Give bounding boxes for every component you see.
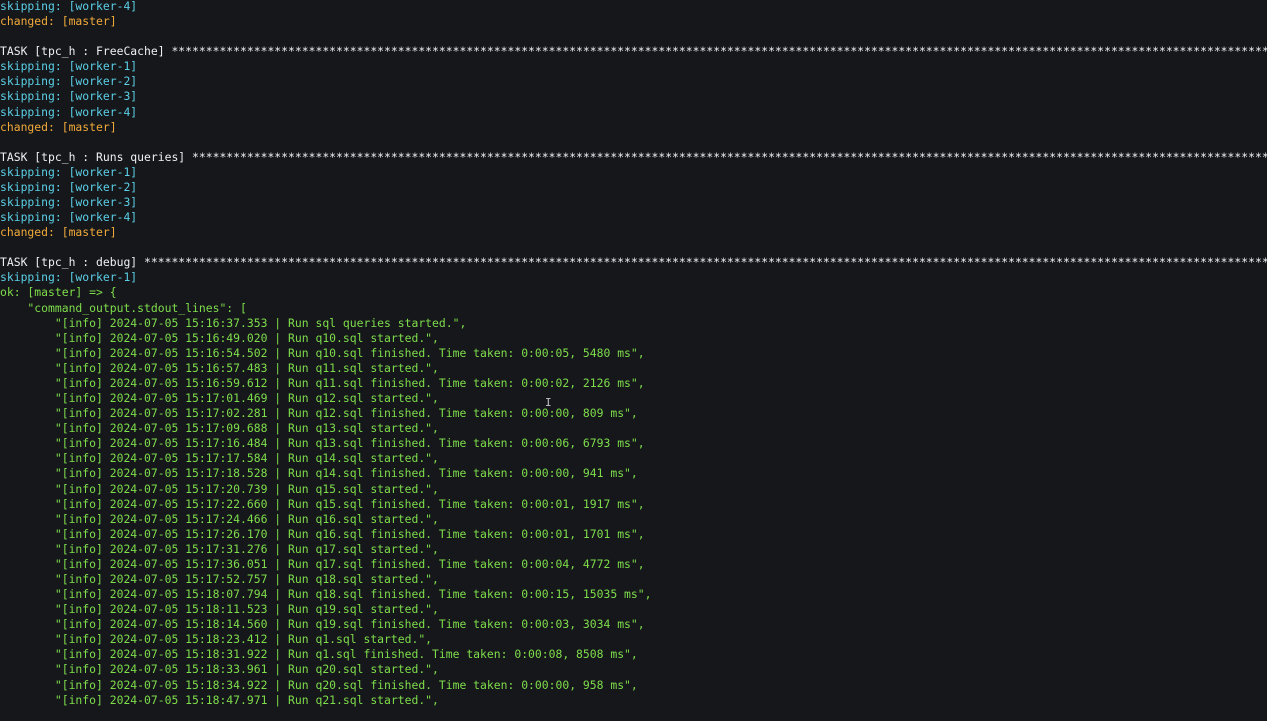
skipping-line: skipping: [worker-1] bbox=[0, 164, 138, 179]
skipping-line: skipping: [worker-2] bbox=[0, 74, 138, 89]
output-line: "[info] 2024-07-05 15:17:26.170 | Run q1… bbox=[0, 526, 645, 541]
output-line: "[info] 2024-07-05 15:17:16.484 | Run q1… bbox=[0, 436, 645, 451]
changed-line: changed: [master] bbox=[0, 225, 117, 240]
output-line: "[info] 2024-07-05 15:17:01.469 | Run q1… bbox=[0, 391, 439, 406]
skipping-line: skipping: [worker-4] bbox=[0, 0, 138, 13]
changed-line: changed: [master] bbox=[0, 119, 117, 134]
skipping-line: skipping: [worker-3] bbox=[0, 89, 138, 104]
changed-line: changed: [master] bbox=[0, 14, 117, 29]
output-line: "[info] 2024-07-05 15:18:07.794 | Run q1… bbox=[0, 587, 652, 602]
output-line: "[info] 2024-07-05 15:18:33.961 | Run q2… bbox=[0, 662, 439, 677]
output-line: "[info] 2024-07-05 15:18:14.560 | Run q1… bbox=[0, 617, 645, 632]
output-line: "[info] 2024-07-05 15:17:17.584 | Run q1… bbox=[0, 451, 439, 466]
output-line: "[info] 2024-07-05 15:16:49.020 | Run q1… bbox=[0, 330, 439, 345]
text-cursor-icon: I bbox=[545, 396, 552, 409]
output-line: "[info] 2024-07-05 15:16:59.612 | Run q1… bbox=[0, 375, 645, 390]
terminal-output: skipping: [worker-4] changed: [master] TA… bbox=[0, 0, 1267, 708]
output-line: "[info] 2024-07-05 15:18:47.971 | Run q2… bbox=[0, 692, 439, 707]
output-line: "[info] 2024-07-05 15:17:09.688 | Run q1… bbox=[0, 421, 439, 436]
output-line: "[info] 2024-07-05 15:17:20.739 | Run q1… bbox=[0, 481, 439, 496]
task-header-line: TASK [tpc_h : Runs queries] ************… bbox=[0, 149, 1267, 164]
skipping-line: skipping: [worker-3] bbox=[0, 195, 138, 210]
skipping-line: skipping: [worker-1] bbox=[0, 59, 138, 74]
output-line: "[info] 2024-07-05 15:17:36.051 | Run q1… bbox=[0, 556, 645, 571]
skipping-line: skipping: [worker-4] bbox=[0, 210, 138, 225]
output-line: "[info] 2024-07-05 15:16:57.483 | Run q1… bbox=[0, 360, 439, 375]
output-line: "[info] 2024-07-05 15:18:31.922 | Run q1… bbox=[0, 647, 638, 662]
skipping-line: skipping: [worker-4] bbox=[0, 104, 138, 119]
output-line: "[info] 2024-07-05 15:16:54.502 | Run q1… bbox=[0, 345, 645, 360]
output-line: "[info] 2024-07-05 15:18:11.523 | Run q1… bbox=[0, 602, 439, 617]
output-line: "command_output.stdout_lines": [ bbox=[0, 300, 247, 315]
skipping-line: skipping: [worker-1] bbox=[0, 270, 138, 285]
output-line: "[info] 2024-07-05 15:17:31.276 | Run q1… bbox=[0, 541, 439, 556]
output-line: "[info] 2024-07-05 15:16:37.353 | Run sq… bbox=[0, 315, 467, 330]
output-line: "[info] 2024-07-05 15:17:52.757 | Run q1… bbox=[0, 571, 439, 586]
output-line: "[info] 2024-07-05 15:17:18.528 | Run q1… bbox=[0, 466, 638, 481]
task-header-line: TASK [tpc_h : debug] *******************… bbox=[0, 255, 1267, 270]
output-line: "[info] 2024-07-05 15:17:02.281 | Run q1… bbox=[0, 406, 638, 421]
output-line: "[info] 2024-07-05 15:17:24.466 | Run q1… bbox=[0, 511, 439, 526]
skipping-line: skipping: [worker-2] bbox=[0, 179, 138, 194]
task-header-line: TASK [tpc_h : FreeCache] ***************… bbox=[0, 44, 1267, 59]
output-line: ok: [master] => { bbox=[0, 285, 117, 300]
output-line: "[info] 2024-07-05 15:18:34.922 | Run q2… bbox=[0, 677, 638, 692]
terminal-window[interactable]: skipping: [worker-4] changed: [master] TA… bbox=[0, 0, 1267, 721]
output-line: "[info] 2024-07-05 15:17:22.660 | Run q1… bbox=[0, 496, 645, 511]
output-line: "[info] 2024-07-05 15:18:23.412 | Run q1… bbox=[0, 632, 433, 647]
